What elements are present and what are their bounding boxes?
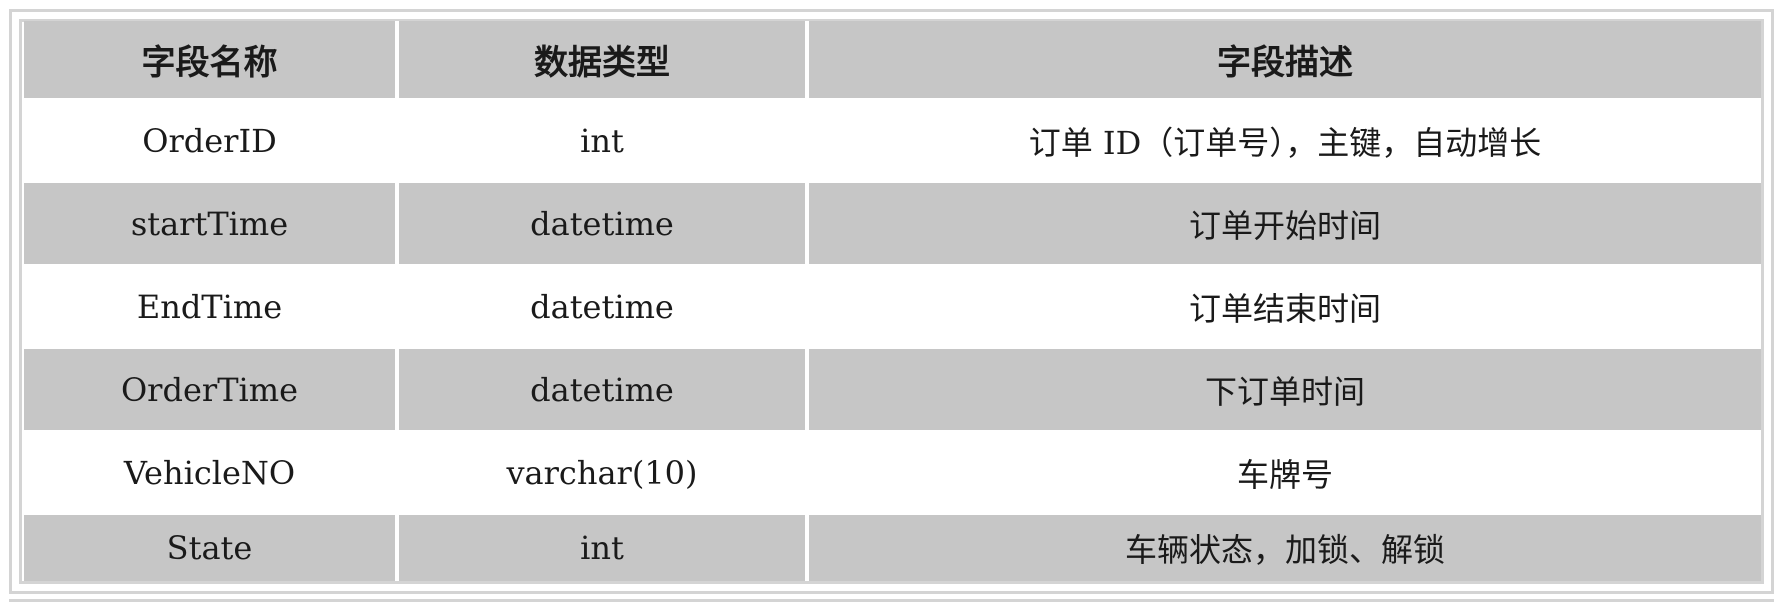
table-row: VehicleNO varchar(10) 车牌号 [24,432,1761,515]
table-row: EndTime datetime 订单结束时间 [24,266,1761,349]
data-type-cell: int [399,515,809,581]
field-name-cell: OrderID [24,100,399,183]
field-name-cell: VehicleNO [24,432,399,515]
description-cell: 下订单时间 [809,349,1761,432]
header-row: 字段名称 数据类型 字段描述 [24,21,1761,100]
field-name-cell: State [24,515,399,581]
header-data-type: 数据类型 [399,21,809,100]
description-cell: 订单结束时间 [809,266,1761,349]
table-row: OrderTime datetime 下订单时间 [24,349,1761,432]
field-name-cell: startTime [24,183,399,266]
data-type-cell: int [399,100,809,183]
description-cell: 订单开始时间 [809,183,1761,266]
data-type-cell: datetime [399,266,809,349]
field-name-cell: OrderTime [24,349,399,432]
description-cell: 订单 ID（订单号），主键，自动增长 [809,100,1761,183]
data-type-cell: varchar(10) [399,432,809,515]
table-row: OrderID int 订单 ID（订单号），主键，自动增长 [24,100,1761,183]
description-cell: 车辆状态，加锁、解锁 [809,515,1761,581]
field-table: 字段名称 数据类型 字段描述 OrderID int 订单 ID（订单号），主键… [24,21,1761,581]
table-row: startTime datetime 订单开始时间 [24,183,1761,266]
data-type-cell: datetime [399,183,809,266]
data-type-cell: datetime [399,349,809,432]
header-field-name: 字段名称 [24,21,399,100]
table-row: State int 车辆状态，加锁、解锁 [24,515,1761,581]
field-name-cell: EndTime [24,266,399,349]
bottom-rule [9,599,1774,602]
description-cell: 车牌号 [809,432,1761,515]
header-field-description: 字段描述 [809,21,1761,100]
